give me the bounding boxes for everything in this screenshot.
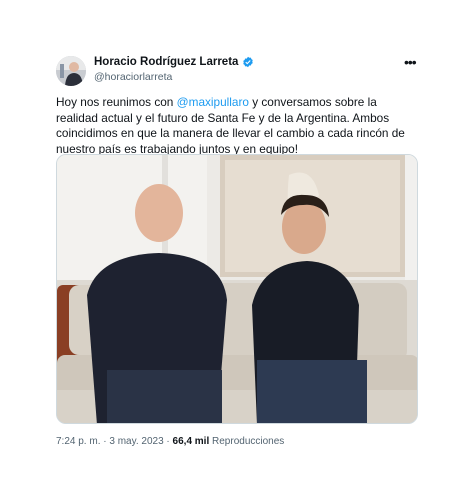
verified-badge-icon (243, 56, 254, 68)
tweet-meta: 7:24 p. m. · 3 may. 2023 · 66,4 mil Repr… (56, 436, 284, 447)
tweet-text-before: Hoy nos reunimos con (56, 95, 177, 109)
tweet-photo[interactable] (56, 154, 418, 424)
more-options-icon[interactable]: ••• (404, 54, 417, 70)
meeting-photo (57, 155, 417, 423)
author-handle[interactable]: @horaciorlarreta (94, 71, 172, 83)
tweet-text: Hoy nos reunimos con @maxipullaro y conv… (56, 95, 420, 157)
avatar-image (56, 56, 86, 86)
tweet-card: Horacio Rodríguez Larreta @horaciorlarre… (0, 0, 474, 503)
mention-link[interactable]: @maxipullaro (177, 95, 249, 109)
tweet-date[interactable]: 3 may. 2023 (109, 436, 163, 447)
author-name-row: Horacio Rodríguez Larreta (94, 56, 254, 68)
meta-separator: · (163, 436, 173, 447)
tweet-time[interactable]: 7:24 p. m. (56, 436, 100, 447)
views-count[interactable]: 66,4 mil (173, 436, 210, 447)
views-label: Reproducciones (209, 436, 285, 447)
author-display-name[interactable]: Horacio Rodríguez Larreta (94, 56, 238, 68)
author-avatar[interactable] (56, 56, 86, 86)
